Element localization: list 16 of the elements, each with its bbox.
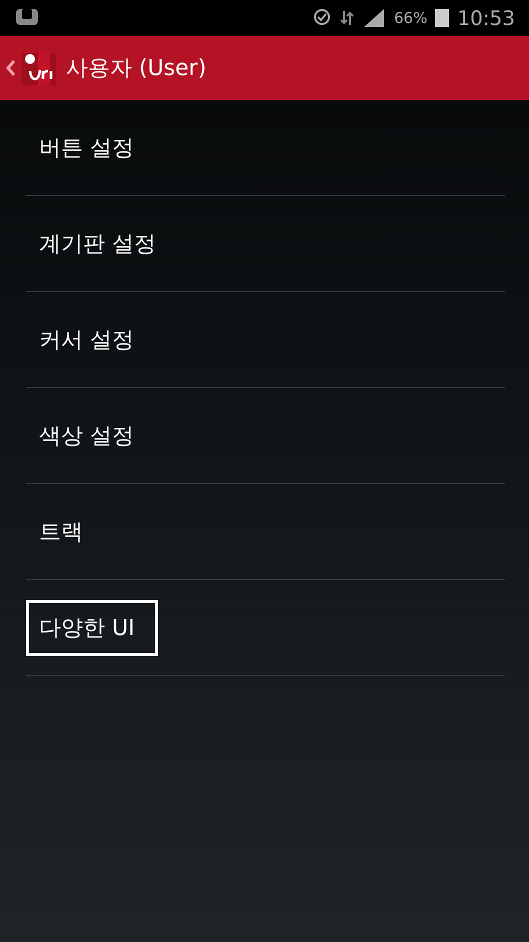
- battery-percentage: 66%: [394, 9, 428, 27]
- menu-item[interactable]: 커서 설정: [26, 312, 147, 368]
- app-notification-icon: [14, 9, 40, 27]
- app-logo-icon: [22, 51, 56, 85]
- menu-item[interactable]: 다양한 UI: [26, 600, 158, 656]
- battery-icon: [435, 9, 450, 27]
- menu-item[interactable]: 계기판 설정: [26, 216, 169, 272]
- menu-item[interactable]: 색상 설정: [26, 408, 147, 464]
- data-transfer-icon: [340, 9, 354, 27]
- screen-title: 사용자 (User): [66, 55, 206, 83]
- menu-item[interactable]: 버튼 설정: [26, 120, 147, 176]
- clock: 10:53: [457, 6, 515, 30]
- signal-icon: [362, 9, 386, 27]
- back-icon[interactable]: [6, 59, 16, 77]
- menu-item[interactable]: 트랙: [26, 504, 96, 560]
- alarm-icon: [312, 9, 332, 27]
